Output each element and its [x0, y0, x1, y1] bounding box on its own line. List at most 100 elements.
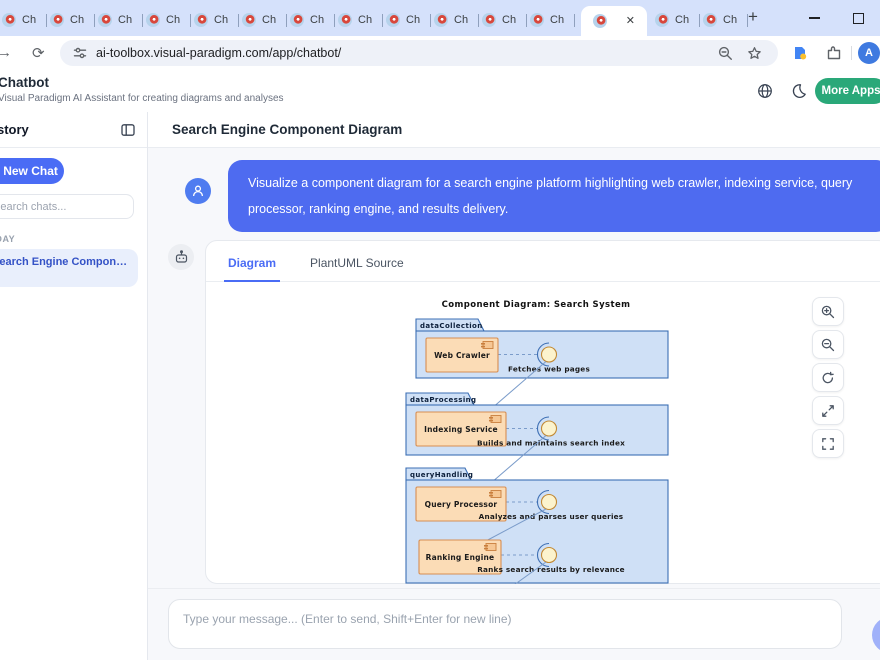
fullscreen-corners-icon [821, 437, 835, 451]
sidebar-header: History [0, 112, 148, 148]
chat-item-time: PM [0, 271, 128, 281]
tab-close-icon[interactable]: ✕ [626, 16, 635, 27]
extensions-puzzle-icon[interactable] [826, 45, 842, 61]
reset-view-button[interactable] [812, 363, 844, 392]
component-name: Indexing Service [424, 425, 498, 434]
tab-favicon [146, 13, 160, 27]
more-apps-button[interactable]: More Apps [815, 78, 880, 104]
tab-separator [382, 14, 383, 27]
tab-separator [94, 14, 95, 27]
tab-favicon [50, 13, 64, 27]
browser-tab[interactable]: Ch [655, 9, 700, 31]
toolbar-separator [851, 46, 852, 60]
browser-tab[interactable]: Ch [98, 9, 143, 31]
profile-avatar[interactable]: A [858, 42, 880, 64]
tab-separator [478, 14, 479, 27]
tab-title: Ch [118, 14, 132, 26]
history-sidebar: History + New Chat TODAY Search Engine C… [0, 112, 148, 660]
tab-favicon [242, 13, 256, 27]
browser-tab[interactable]: Ch [194, 9, 239, 31]
browser-tab[interactable]: Ch [242, 9, 287, 31]
tab-diagram[interactable]: Diagram [224, 256, 280, 281]
package-name: dataCollection [420, 322, 483, 330]
conversation-title-bar: Search Engine Component Diagram [148, 112, 880, 148]
new-chat-label: New Chat [3, 164, 58, 178]
browser-tab[interactable]: Ch [386, 9, 431, 31]
interface-label: Analyzes and parses user queries [478, 512, 623, 521]
user-avatar [185, 178, 211, 204]
tab-favicon [530, 13, 544, 27]
conversation-title: Search Engine Component Diagram [172, 122, 402, 137]
forward-icon[interactable]: → [0, 44, 12, 61]
dark-mode-moon-icon[interactable] [791, 83, 807, 99]
package-name: queryHandling [410, 471, 473, 479]
site-info-icon[interactable] [73, 46, 87, 60]
component-web-crawler: Web Crawler [426, 338, 498, 372]
diagram-canvas[interactable]: Component Diagram: Search System dataCol… [206, 282, 880, 584]
page-zoom-icon[interactable] [718, 46, 733, 61]
browser-tab[interactable]: Ch [290, 9, 335, 31]
zoom-out-button[interactable] [812, 330, 844, 359]
browser-tab[interactable]: Ch [703, 9, 748, 31]
app-title: Chatbot [0, 75, 49, 90]
tab-separator [699, 14, 700, 27]
browser-tab[interactable]: Ch [482, 9, 527, 31]
search-chats-input[interactable] [0, 194, 134, 219]
browser-tab[interactable]: Ch [530, 9, 575, 31]
tab-separator [334, 14, 335, 27]
tab-separator [190, 14, 191, 27]
tab-separator [526, 14, 527, 27]
collapse-panel-icon[interactable] [120, 122, 136, 138]
interface-label: Ranks search results by relevance [477, 565, 625, 574]
new-chat-button[interactable]: + New Chat [0, 158, 64, 184]
component-name: Query Processor [424, 500, 497, 509]
browser-tab-active[interactable]: ✕ [581, 6, 647, 36]
tab-favicon [703, 13, 717, 27]
browser-tab[interactable]: Ch [338, 9, 383, 31]
new-tab-button[interactable]: + [748, 7, 758, 27]
interface-label: Builds and maintains search index [476, 439, 624, 448]
zoom-out-icon [821, 338, 835, 352]
tab-title: Ch [675, 14, 689, 26]
response-tabs: Diagram PlantUML Source [206, 241, 880, 282]
assistant-avatar [168, 244, 194, 270]
minimize-button[interactable] [792, 0, 836, 36]
tab-title: Ch [502, 14, 516, 26]
tab-favicon [434, 13, 448, 27]
address-bar[interactable]: ai-toolbox.visual-paradigm.com/app/chatb… [60, 40, 778, 66]
zoom-in-icon [821, 305, 835, 319]
tab-title: Ch [166, 14, 180, 26]
reload-icon[interactable]: ⟳ [32, 44, 45, 62]
tab-plantuml-source[interactable]: PlantUML Source [306, 256, 408, 281]
extension-icon[interactable] [792, 45, 808, 61]
tab-favicon [482, 13, 496, 27]
sidebar-title: History [0, 122, 29, 137]
history-section-label: TODAY [0, 234, 134, 244]
browser-tab-strip: ChChChChChChChChChChChCh✕ChCh + [0, 0, 880, 36]
tab-favicon [338, 13, 352, 27]
tab-title: Ch [723, 14, 737, 26]
diagram-title: Component Diagram: Search System [441, 300, 630, 310]
expand-button[interactable] [812, 396, 844, 425]
maximize-button[interactable] [836, 0, 880, 36]
browser-tab[interactable]: Ch [434, 9, 479, 31]
fullscreen-button[interactable] [812, 429, 844, 458]
tab-favicon [290, 13, 304, 27]
language-globe-icon[interactable] [757, 83, 773, 99]
zoom-in-button[interactable] [812, 297, 844, 326]
tab-separator [286, 14, 287, 27]
reset-rotate-icon [821, 371, 835, 385]
chat-history-item[interactable]: Search Engine Component Diagram PM [0, 249, 138, 287]
component-name: Ranking Engine [425, 553, 494, 562]
tab-title: Ch [550, 14, 564, 26]
browser-tab[interactable]: Ch [2, 9, 47, 31]
browser-toolbar: → ⟳ ai-toolbox.visual-paradigm.com/app/c… [0, 36, 880, 71]
bookmark-star-icon[interactable] [747, 46, 762, 61]
main-panel: Search Engine Component Diagram Visualiz… [148, 112, 880, 660]
browser-tab[interactable]: Ch [146, 9, 191, 31]
robot-icon [174, 250, 189, 265]
send-button[interactable] [872, 617, 880, 653]
app-subtitle: Visual Paradigm AI Assistant for creatin… [0, 93, 284, 104]
browser-tab[interactable]: Ch [50, 9, 95, 31]
message-input[interactable] [168, 599, 842, 649]
